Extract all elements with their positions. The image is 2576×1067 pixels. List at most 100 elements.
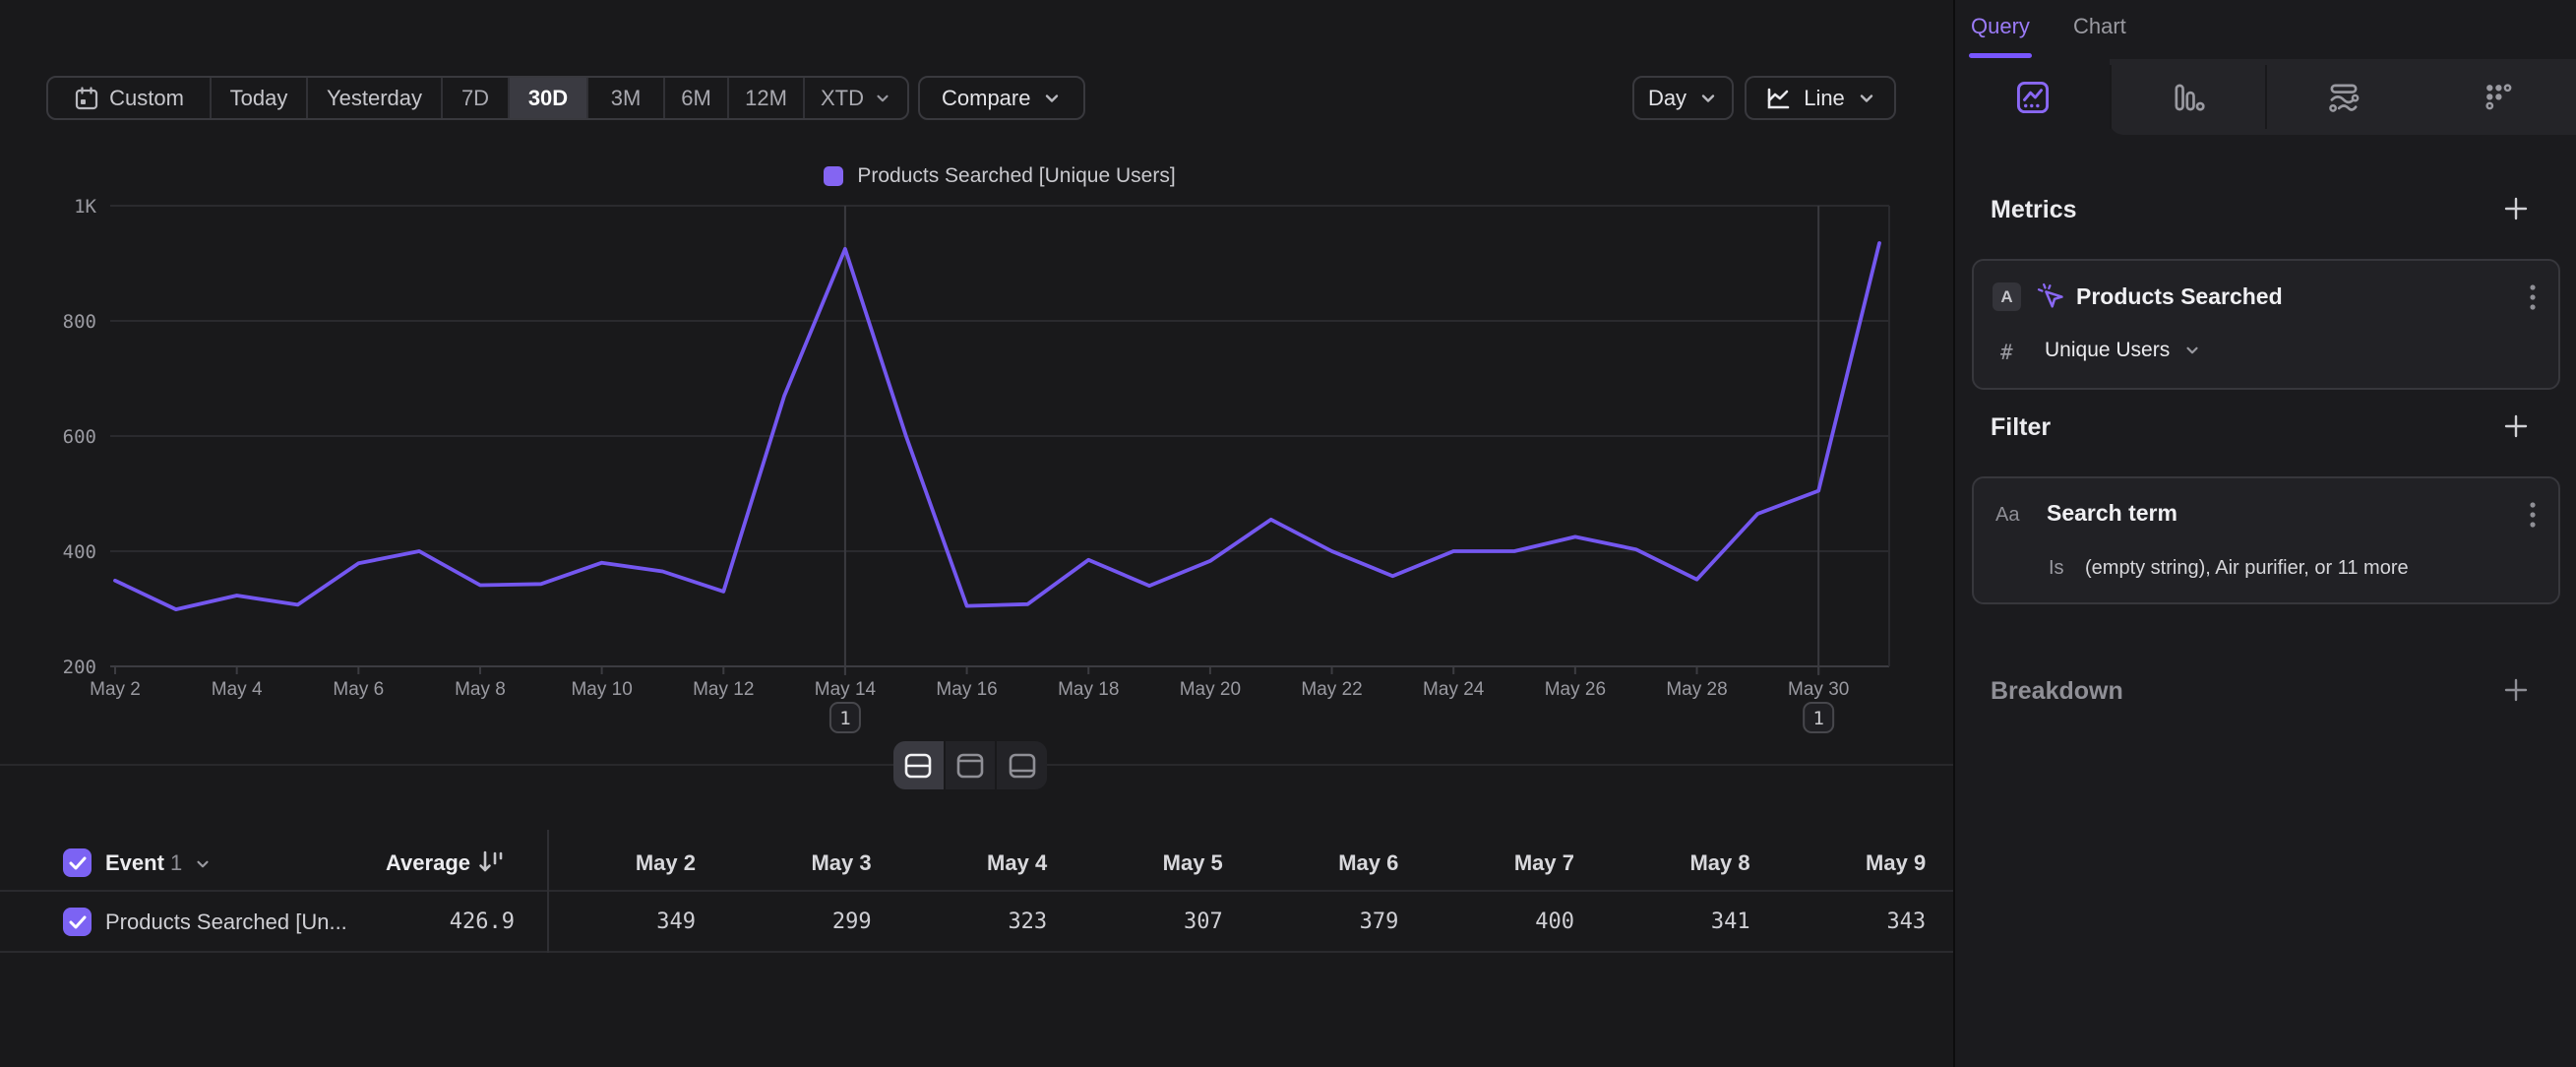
data-cell: 341 [1593,910,1750,934]
data-cell: 323 [889,910,1047,934]
tab-flows[interactable] [2266,59,2422,135]
x-axis-label: May 10 [571,679,632,700]
layout-table-only-button[interactable] [997,741,1047,789]
x-axis-label: May 4 [212,679,263,700]
add-breakdown-button[interactable] [2503,677,2529,703]
chart-type-button[interactable]: Line [1745,76,1896,120]
data-cell: 379 [1241,910,1398,934]
add-metric-button[interactable] [2503,196,2529,221]
tab-query[interactable]: Query [1971,14,2030,39]
x-axis-label: May 20 [1180,679,1241,700]
row-checkbox[interactable] [63,908,92,936]
string-type-badge: Aa [1995,504,2019,527]
metrics-heading: Metrics [1991,196,2077,224]
kebab-menu-icon[interactable] [2529,500,2537,532]
metric-card[interactable]: A Products Searched # Unique Users [1972,259,2560,390]
filter-card[interactable]: Aa Search term Is (empty string), Air pu… [1972,476,2560,604]
range-today[interactable]: Today [212,78,308,118]
range-7d[interactable]: 7D [443,78,510,118]
range-6m[interactable]: 6M [665,78,729,118]
layout-split-button[interactable] [893,741,946,789]
panel-top-icon [955,752,985,780]
date-column-header[interactable]: May 7 [1417,850,1574,876]
metric-count-symbol: # [2000,341,2013,364]
compare-button[interactable]: Compare [918,76,1085,120]
x-axis-label: May 18 [1058,679,1119,700]
retention-icon [2483,81,2516,114]
annotation-badge-label: 1 [839,708,850,729]
average-column-header[interactable]: Average [295,850,470,876]
range-label: 30D [528,86,568,111]
layout-toggle-group [893,741,1047,789]
x-axis-label: May 2 [90,679,141,700]
data-cell: 349 [538,910,696,934]
metric-title: Products Searched [2076,283,2283,310]
date-column-header[interactable]: May 3 [714,850,872,876]
add-filter-button[interactable] [2503,413,2529,439]
range-yesterday[interactable]: Yesterday [308,78,443,118]
active-tab-underline [1969,53,2032,58]
panel-bottom-icon [1008,752,1037,780]
y-axis-label: 800 [63,311,96,333]
filter-operator[interactable]: Is [2049,557,2064,580]
date-column-header[interactable]: May 8 [1593,850,1750,876]
event-column-header[interactable]: Event 1 [105,850,212,876]
panel-tabs: Query Chart [1955,0,2576,59]
tab-retention[interactable] [2422,59,2576,135]
row-label[interactable]: Products Searched [Un... [105,910,347,935]
tab-funnels[interactable] [2111,59,2266,135]
x-axis-label: May 16 [936,679,997,700]
series-line[interactable] [115,243,1879,609]
date-column-header[interactable]: May 6 [1241,850,1398,876]
tab-insights[interactable] [1955,59,2111,135]
layout-chart-only-button[interactable] [946,741,998,789]
chevron-down-icon [1857,89,1876,108]
y-axis-label: 1K [74,196,96,218]
date-column-header[interactable]: May 4 [889,850,1047,876]
select-all-checkbox[interactable] [63,848,92,877]
metric-aggregation[interactable]: Unique Users [2045,339,2201,362]
tab-chart[interactable]: Chart [2073,14,2126,39]
x-axis-label: May 22 [1301,679,1362,700]
date-column-header[interactable]: May 5 [1066,850,1223,876]
range-30d[interactable]: 30D [510,78,588,118]
range-xtd[interactable]: XTD [805,78,907,118]
date-column-header[interactable]: May 9 [1768,850,1926,876]
query-panel: Query Chart [1953,0,2576,1067]
row-average-value: 426.9 [357,910,515,934]
chevron-down-icon [1042,89,1062,108]
chart-type-label: Line [1804,86,1845,111]
x-axis-label: May 30 [1788,679,1849,700]
x-axis-label: May 28 [1666,679,1727,700]
check-icon [69,915,87,929]
x-axis-label: May 24 [1423,679,1485,700]
annotation-badge-label: 1 [1812,708,1823,729]
line-chart-icon [1764,85,1792,112]
date-column-header[interactable]: May 2 [538,850,696,876]
range-custom[interactable]: Custom [48,78,212,118]
x-axis-label: May 8 [455,679,506,700]
chevron-down-icon [194,855,212,873]
flows-icon [2327,81,2361,114]
sort-descending-icon[interactable] [478,848,504,876]
range-label: 7D [461,86,489,111]
kebab-menu-icon[interactable] [2529,282,2537,314]
range-label: 12M [745,86,787,111]
data-cell: 400 [1417,910,1574,934]
granularity-button[interactable]: Day [1632,76,1734,120]
chevron-down-icon [2183,342,2201,359]
compare-label: Compare [942,86,1030,111]
table-header-divider [0,890,1953,892]
check-icon [69,856,87,870]
x-axis-label: May 12 [693,679,754,700]
range-3m[interactable]: 3M [588,78,665,118]
insights-icon [2016,81,2050,114]
x-axis-label: May 26 [1545,679,1606,700]
metric-letter-badge: A [1993,282,2021,311]
range-12m[interactable]: 12M [729,78,805,118]
line-chart-plot[interactable]: 1K80060040020011May 2May 4May 6May 8May … [0,128,1953,778]
filter-values[interactable]: (empty string), Air purifier, or 11 more [2085,557,2409,580]
breakdown-heading: Breakdown [1991,677,2123,706]
range-label: 6M [681,86,711,111]
tab-separator [2110,65,2112,129]
